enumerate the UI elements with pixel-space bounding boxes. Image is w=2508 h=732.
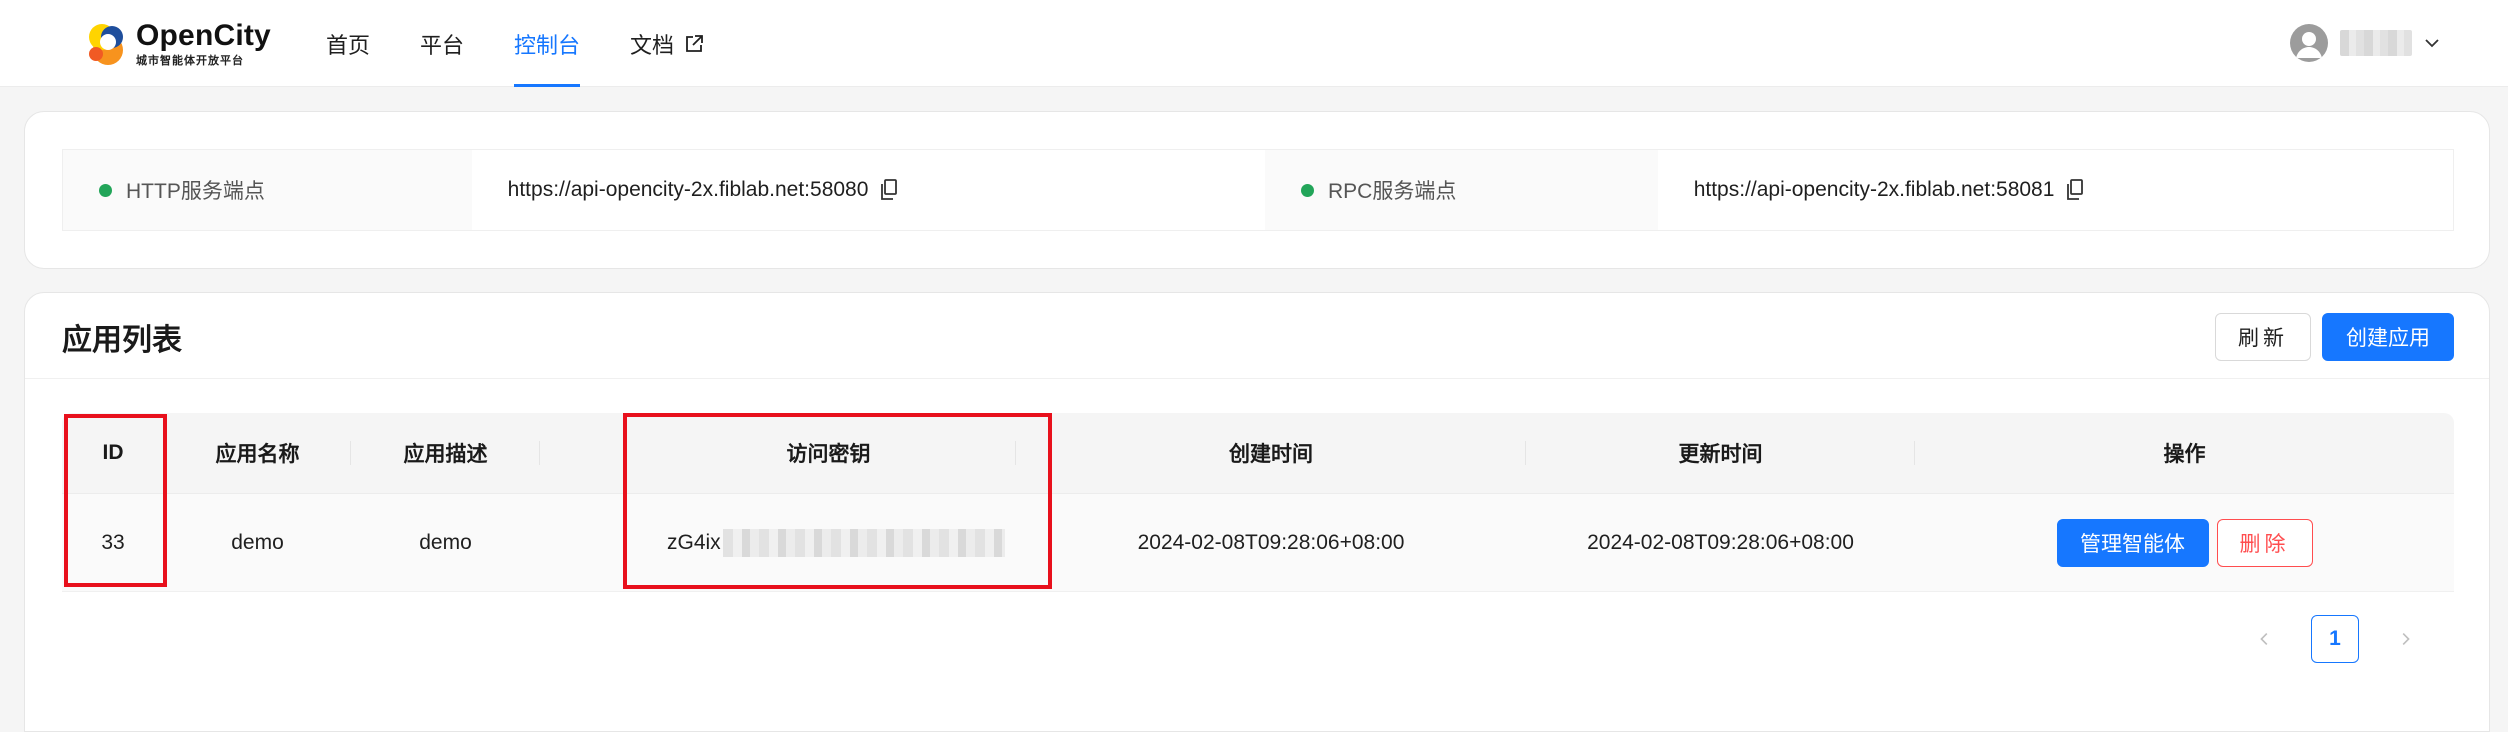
pagination: 1 bbox=[2241, 615, 2429, 663]
column-header-desc: 应用描述 bbox=[351, 413, 540, 493]
nav-item-docs[interactable]: 文档 bbox=[630, 0, 704, 87]
column-header-key: 访问密钥 bbox=[641, 413, 1016, 493]
http-endpoint-value: https://api-opencity-2x.fiblab.net:58080 bbox=[471, 150, 1265, 230]
table-body: 33 demo demo zG4ix 2024-02-08T09:28:06+0… bbox=[62, 494, 2454, 592]
brand-name: OpenCity bbox=[136, 19, 271, 52]
cell-ops: 管理智能体 删除 bbox=[1915, 494, 2454, 591]
nav-item-home[interactable]: 首页 bbox=[326, 0, 370, 87]
endpoint-card: HTTP服务端点 https://api-opencity-2x.fiblab.… bbox=[24, 111, 2490, 269]
cell-created: 2024-02-08T09:28:06+08:00 bbox=[1137, 530, 1405, 554]
top-navigation-bar: OpenCity 城市智能体开放平台 首页 平台 控制台 文档 bbox=[0, 0, 2508, 87]
access-key-obscured bbox=[722, 528, 1005, 557]
column-header-spacer bbox=[540, 413, 641, 493]
access-key-prefix: zG4ix bbox=[667, 530, 721, 554]
nav-item-console[interactable]: 控制台 bbox=[514, 0, 581, 87]
app-list-title: 应用列表 bbox=[62, 324, 182, 357]
cell-name: demo bbox=[231, 530, 284, 554]
delete-button[interactable]: 删除 bbox=[2216, 518, 2313, 567]
nav-item-platform-label: 平台 bbox=[420, 32, 465, 58]
main-nav: 首页 平台 控制台 文档 bbox=[326, 0, 754, 87]
refresh-button[interactable]: 刷新 bbox=[2215, 313, 2311, 361]
nav-item-console-label: 控制台 bbox=[514, 32, 581, 58]
nav-item-docs-label: 文档 bbox=[630, 32, 675, 58]
chevron-left-icon[interactable] bbox=[2241, 615, 2289, 663]
nav-item-platform[interactable]: 平台 bbox=[420, 0, 464, 87]
user-name-obscured bbox=[2340, 30, 2412, 56]
chevron-right-icon[interactable] bbox=[2381, 615, 2429, 663]
external-link-icon bbox=[686, 34, 703, 52]
app-list-header: 应用列表 刷新 创建应用 bbox=[25, 293, 2489, 379]
cell-id: 33 bbox=[101, 530, 125, 554]
status-dot-icon bbox=[99, 183, 112, 197]
app-table: ID 应用名称 应用描述 访问密钥 创建时间 更新时间 操作 33 demo d… bbox=[62, 413, 2454, 592]
cell-updated: 2024-02-08T09:28:06+08:00 bbox=[1587, 530, 1854, 554]
http-endpoint-label: HTTP服务端点 bbox=[63, 150, 472, 230]
rpc-endpoint-value: https://api-opencity-2x.fiblab.net:58081 bbox=[1657, 150, 2454, 230]
cell-desc: demo bbox=[419, 530, 472, 554]
nav-item-home-label: 首页 bbox=[326, 32, 371, 58]
endpoint-descriptions: HTTP服务端点 https://api-opencity-2x.fiblab.… bbox=[62, 149, 2454, 231]
copy-icon[interactable] bbox=[2066, 179, 2084, 201]
brand-tagline: 城市智能体开放平台 bbox=[136, 55, 244, 67]
chevron-down-icon bbox=[2425, 39, 2439, 48]
manage-agents-button[interactable]: 管理智能体 bbox=[2056, 518, 2209, 567]
column-header-id: ID bbox=[62, 413, 164, 493]
column-header-created: 创建时间 bbox=[1016, 413, 1526, 493]
user-menu[interactable] bbox=[2290, 20, 2442, 66]
cell-spacer bbox=[540, 494, 641, 591]
opencity-logo[interactable]: OpenCity 城市智能体开放平台 bbox=[82, 18, 271, 70]
app-list-card: 应用列表 刷新 创建应用 ID 应用名称 应用描述 访问密钥 创建时间 更新时间… bbox=[24, 292, 2490, 732]
copy-icon[interactable] bbox=[880, 179, 898, 201]
cell-key: zG4ix bbox=[641, 494, 1016, 591]
page-number-current[interactable]: 1 bbox=[2311, 615, 2359, 663]
status-dot-icon bbox=[1301, 183, 1314, 197]
rpc-endpoint-label-text: RPC服务端点 bbox=[1328, 180, 1457, 203]
http-endpoint-url: https://api-opencity-2x.fiblab.net:58080 bbox=[507, 178, 869, 201]
rpc-endpoint-label: RPC服务端点 bbox=[1265, 150, 1658, 230]
rpc-endpoint-url: https://api-opencity-2x.fiblab.net:58081 bbox=[1693, 178, 2055, 201]
column-header-updated: 更新时间 bbox=[1526, 413, 1915, 493]
http-endpoint-label-text: HTTP服务端点 bbox=[126, 180, 265, 203]
table-row: 33 demo demo zG4ix 2024-02-08T09:28:06+0… bbox=[62, 494, 2454, 592]
opencity-logo-icon bbox=[89, 24, 123, 65]
create-app-button[interactable]: 创建应用 bbox=[2322, 313, 2454, 361]
table-header-row: ID 应用名称 应用描述 访问密钥 创建时间 更新时间 操作 bbox=[62, 413, 2454, 494]
column-header-ops: 操作 bbox=[2163, 443, 2206, 466]
column-header-name: 应用名称 bbox=[164, 413, 351, 493]
user-icon bbox=[2290, 24, 2328, 62]
